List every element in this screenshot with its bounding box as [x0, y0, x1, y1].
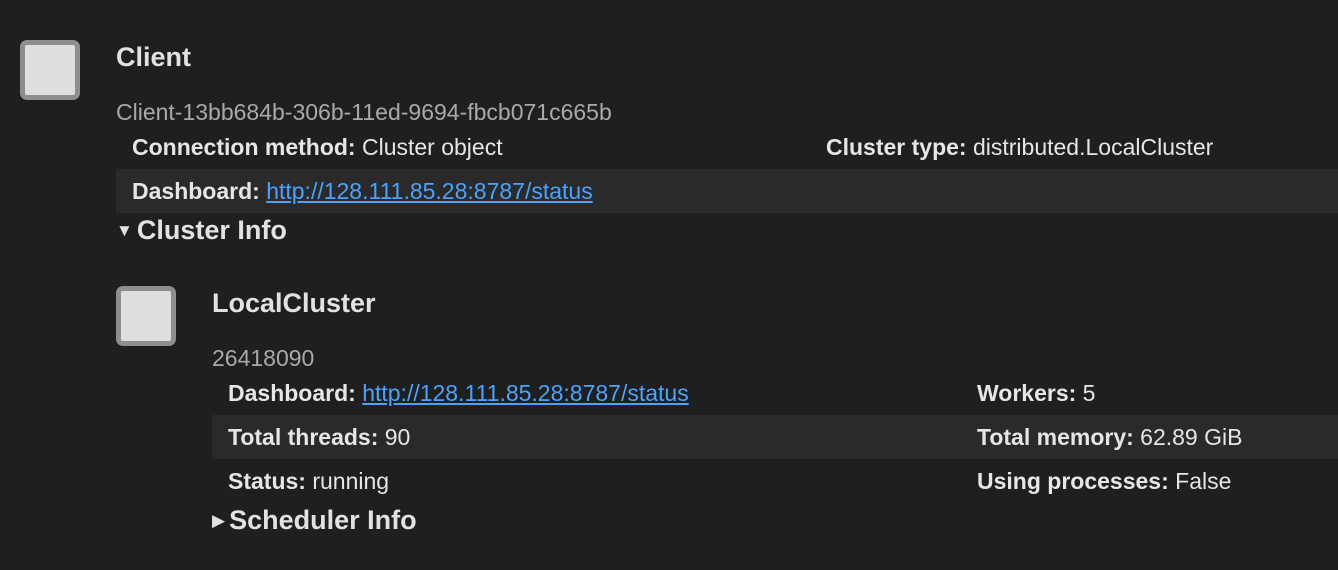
cluster-square-icon: [116, 286, 176, 346]
using-processes-label: Using processes:: [977, 468, 1169, 494]
client-id: Client-13bb684b-306b-11ed-9694-fbcb071c6…: [116, 99, 612, 125]
cluster-info-toggle[interactable]: ▼ Cluster Info: [116, 214, 287, 247]
client-row-dashboard: Dashboard: http://128.111.85.28:8787/sta…: [116, 169, 1338, 213]
workers-label: Workers:: [977, 380, 1077, 406]
scheduler-info-summary: Scheduler Info: [229, 505, 417, 535]
total-threads-label: Total threads:: [228, 424, 379, 450]
cluster-dashboard-link[interactable]: http://128.111.85.28:8787/status: [362, 380, 689, 406]
cluster-title: LocalCluster: [212, 288, 376, 318]
client-dashboard: Dashboard: http://128.111.85.28:8787/sta…: [132, 169, 593, 213]
caret-right-icon: ▶: [212, 511, 226, 530]
client-title: Client: [116, 42, 192, 72]
cluster-dashboard: Dashboard: http://128.111.85.28:8787/sta…: [228, 371, 689, 415]
total-threads: Total threads: 90: [228, 415, 410, 459]
cluster-dashboard-label: Dashboard:: [228, 380, 356, 406]
cluster-row-resources: Total threads: 90 Total memory: 62.89 Gi…: [212, 415, 1338, 459]
total-memory-value: 62.89 GiB: [1140, 424, 1243, 450]
using-processes-value: False: [1175, 468, 1232, 494]
cluster-row-dashboard: Dashboard: http://128.111.85.28:8787/sta…: [212, 371, 1338, 415]
workers: Workers: 5: [977, 371, 1095, 415]
cluster-type-label: Cluster type:: [826, 134, 967, 160]
using-processes: Using processes: False: [977, 459, 1231, 503]
cluster-row-status: Status: running Using processes: False: [212, 459, 1338, 503]
client-square-icon: [20, 40, 80, 100]
status-label: Status:: [228, 468, 306, 494]
client-dashboard-link[interactable]: http://128.111.85.28:8787/status: [266, 178, 593, 204]
client-row-connection: Connection method: Cluster object Cluste…: [116, 125, 1338, 169]
status: Status: running: [228, 459, 389, 503]
status-value: running: [312, 468, 390, 494]
total-memory-label: Total memory:: [977, 424, 1134, 450]
cluster-type-value: distributed.LocalCluster: [972, 134, 1214, 160]
caret-down-icon: ▼: [116, 221, 133, 240]
cluster-id: 26418090: [212, 345, 315, 371]
workers-value: 5: [1082, 380, 1096, 406]
client-dashboard-label: Dashboard:: [132, 178, 260, 204]
connection-method-label: Connection method:: [132, 134, 356, 160]
connection-method-value: Cluster object: [361, 134, 503, 160]
scheduler-info-toggle[interactable]: ▶ Scheduler Info: [212, 504, 417, 537]
total-threads-value: 90: [384, 424, 411, 450]
total-memory: Total memory: 62.89 GiB: [977, 415, 1242, 459]
cluster-type: Cluster type: distributed.LocalCluster: [826, 125, 1213, 169]
connection-method: Connection method: Cluster object: [132, 125, 503, 169]
cluster-info-summary: Cluster Info: [136, 215, 287, 245]
